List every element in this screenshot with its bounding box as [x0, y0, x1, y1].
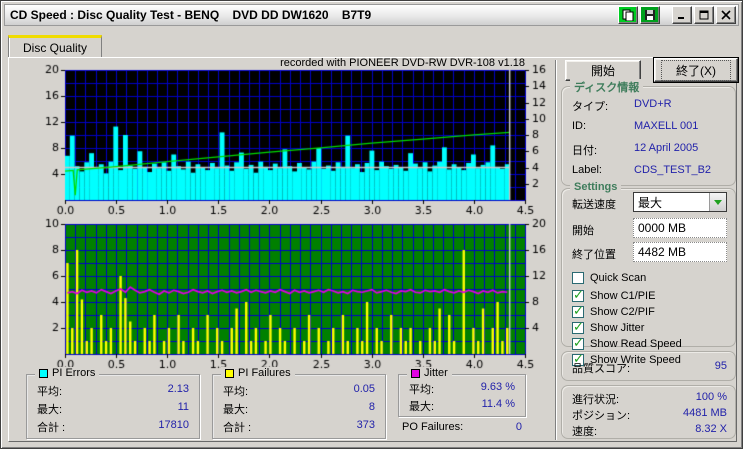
type-label: タイプ:	[572, 101, 609, 113]
checkbox-label: Show C1/PIE	[590, 290, 656, 302]
disc-info-group: ディスク情報 タイプ: DVD+R ID: MAXELL 001 日付: 12 Apr…	[561, 79, 736, 186]
pi-errors-title: PI Errors	[52, 367, 96, 379]
copy-icon	[622, 9, 634, 21]
progress-value: 100 %	[695, 391, 727, 403]
id-label: ID:	[572, 120, 587, 132]
jitter-box: Jitter 平均: 9.63 % 最大: 11.4 %	[398, 367, 526, 417]
jitter-maximum: 11.4 %	[481, 398, 515, 410]
pif-total: 373	[356, 419, 375, 431]
quality-score-value: 95	[714, 360, 727, 372]
window-title: CD Speed : Disc Quality Test - BENQ DVD …	[10, 8, 372, 22]
label-label: Label:	[572, 164, 602, 176]
speed-readout-label: 速度:	[572, 426, 598, 438]
checkbox-label: Show Jitter	[590, 322, 645, 334]
jitter-average: 9.63 %	[480, 381, 515, 393]
tab-page: recorded with PIONEER DVD-RW DVR-108 v1.…	[8, 57, 739, 442]
pi-failures-swatch	[225, 368, 234, 378]
speed-combobox[interactable]: 最大	[633, 192, 727, 212]
checkbox-label: Quick Scan	[590, 272, 647, 284]
start-button[interactable]: 開始	[565, 60, 641, 81]
checkbox-icon: ✓	[572, 288, 584, 303]
checkbox-icon: ✓	[572, 304, 584, 319]
avg-label: 平均:	[409, 384, 435, 396]
id-value: MAXELL 001	[634, 120, 699, 132]
title-bar: CD Speed : Disc Quality Test - BENQ DVD …	[4, 4, 739, 26]
exit-button[interactable]: 終了(X)	[653, 57, 739, 83]
checkbox-label: Show C2/PIF	[590, 306, 655, 318]
minimize-button[interactable]	[672, 6, 692, 24]
quality-score-box: 品質スコア: 95	[561, 351, 736, 381]
pie-speed-chart	[29, 64, 581, 216]
pi-errors-box: PI Errors 平均: 2.13 最大: 11 合計 : 17810	[26, 367, 200, 439]
total-label: 合計 :	[223, 422, 252, 434]
jitter-title: Jitter	[424, 367, 448, 379]
date-value: 12 April 2005	[634, 142, 699, 154]
pif-jitter-chart	[29, 218, 581, 370]
panel-separator	[555, 60, 557, 440]
type-value: DVD+R	[634, 98, 672, 110]
settings-group: Settings 転送速度 最大 開始 終了位置 Quick Scan ✓ Sho…	[561, 181, 736, 367]
pi-failures-box: PI Failures 平均: 0.05 最大: 8 合計 : 373	[212, 367, 386, 439]
minimize-icon	[678, 17, 684, 19]
date-label: 日付:	[572, 145, 598, 157]
avg-label: 平均:	[37, 386, 63, 398]
total-label: 合計 :	[37, 422, 66, 434]
pie-average: 2.13	[167, 383, 189, 395]
position-label: ポジション:	[572, 410, 631, 422]
checkbox-show-read-speed[interactable]: ✓ Show Read Speed	[572, 336, 682, 351]
checkbox-icon: ✓	[572, 336, 584, 351]
checkbox-icon: ✓	[572, 320, 584, 335]
progress-box: 進行状況: 100 % ポジション: 4481 MB 速度: 8.32 X	[561, 385, 736, 439]
app-window: CD Speed : Disc Quality Test - BENQ DVD …	[0, 0, 743, 449]
maximize-icon	[699, 10, 709, 20]
start-button-label: 開始	[590, 64, 615, 78]
settings-title: Settings	[570, 181, 622, 193]
checkbox-label: Show Read Speed	[590, 338, 682, 350]
disc-info-title: ディスク情報	[570, 79, 644, 95]
floppy-icon	[645, 10, 655, 20]
speed-combobox-value: 最大	[638, 195, 663, 210]
checkbox-show-c2-pif[interactable]: ✓ Show C2/PIF	[572, 304, 655, 319]
po-failures-label: PO Failures:	[402, 421, 464, 433]
tab-label: Disc Quality	[23, 41, 88, 55]
end-position-field[interactable]	[633, 242, 727, 262]
checkbox-show-c1-pie[interactable]: ✓ Show C1/PIE	[572, 288, 656, 303]
tab-disc-quality[interactable]: Disc Quality	[8, 35, 103, 59]
close-icon	[721, 10, 731, 20]
start-position-field[interactable]	[633, 218, 727, 238]
max-label: 最大:	[223, 404, 249, 416]
save-button[interactable]	[640, 6, 660, 24]
speed-readout-value: 8.32 X	[695, 423, 727, 435]
end-position-label: 終了位置	[572, 249, 616, 261]
pi-failures-title: PI Failures	[238, 367, 291, 379]
progress-label: 進行状況:	[572, 394, 620, 406]
chevron-down-icon[interactable]	[709, 193, 726, 211]
copy-button[interactable]	[618, 6, 638, 24]
pie-total: 17810	[158, 419, 189, 431]
avg-label: 平均:	[223, 386, 249, 398]
close-button[interactable]	[716, 6, 736, 24]
position-value: 4481 MB	[682, 407, 727, 419]
po-failures-value: 0	[515, 421, 522, 433]
max-label: 最大:	[409, 401, 435, 413]
po-failures-row: PO Failures: 0	[398, 421, 526, 433]
checkbox-show-jitter[interactable]: ✓ Show Jitter	[572, 320, 645, 335]
label-value: CDS_TEST_B2	[634, 164, 712, 176]
jitter-swatch	[411, 368, 420, 378]
pif-maximum: 8	[368, 401, 375, 413]
max-label: 最大:	[37, 404, 63, 416]
maximize-button[interactable]	[694, 6, 714, 24]
start-position-label: 開始	[572, 225, 594, 237]
checkbox-icon	[572, 272, 584, 284]
checkbox-quick-scan[interactable]: Quick Scan	[572, 271, 646, 285]
tab-strip: Disc Quality	[8, 35, 103, 59]
pif-average: 0.05	[353, 383, 375, 395]
exit-button-label: 終了(X)	[661, 59, 731, 81]
titlebar-buttons	[618, 6, 738, 24]
pi-errors-swatch	[39, 368, 48, 378]
speed-label: 転送速度	[572, 199, 616, 211]
quality-score-label: 品質スコア:	[572, 363, 631, 375]
pie-maximum: 11	[177, 401, 189, 413]
